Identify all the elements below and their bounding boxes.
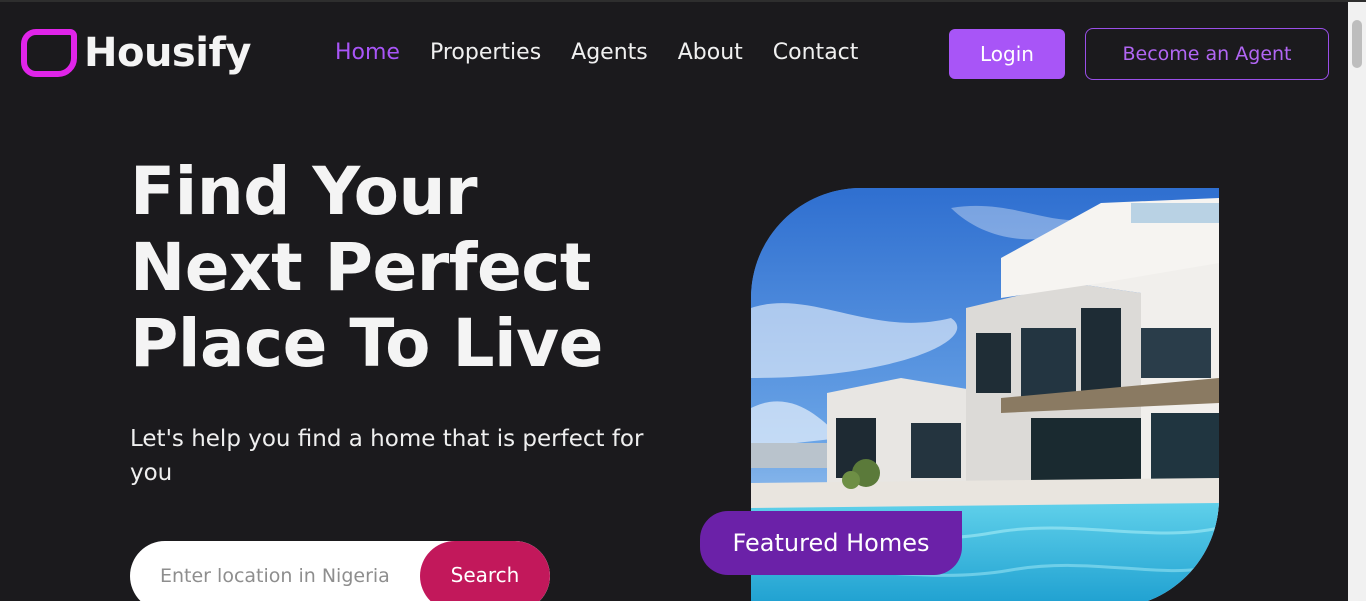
featured-homes-badge[interactable]: Featured Homes [700, 511, 962, 575]
location-search-input[interactable] [130, 541, 430, 601]
location-search-form: Search [130, 541, 550, 601]
nav-agents[interactable]: Agents [571, 38, 648, 68]
nav-about[interactable]: About [678, 38, 743, 68]
hero-title-line-3: Place To Live [130, 305, 603, 382]
hero-title-line-1: Find Your [130, 153, 478, 230]
become-agent-button[interactable]: Become an Agent [1085, 28, 1329, 80]
nav-contact[interactable]: Contact [773, 38, 859, 68]
brand-name: Housify [84, 30, 251, 76]
nav-properties[interactable]: Properties [430, 38, 541, 68]
rounded-square-logo-icon [21, 29, 77, 77]
login-button[interactable]: Login [949, 29, 1065, 79]
site-header: Housify Home Properties Agents About Con… [0, 2, 1348, 106]
scrollbar-thumb[interactable] [1352, 20, 1362, 68]
brand-logo[interactable]: Housify [20, 26, 251, 80]
main-nav: Home Properties Agents About Contact [335, 38, 888, 68]
hero-title: Find Your Next Perfect Place To Live [130, 154, 690, 382]
search-button[interactable]: Search [420, 541, 550, 601]
hero-subtitle: Let's help you find a home that is perfe… [130, 426, 644, 486]
hero-title-line-2: Next Perfect [130, 229, 591, 306]
page-scrollbar[interactable] [1348, 2, 1366, 601]
nav-home[interactable]: Home [335, 38, 400, 68]
